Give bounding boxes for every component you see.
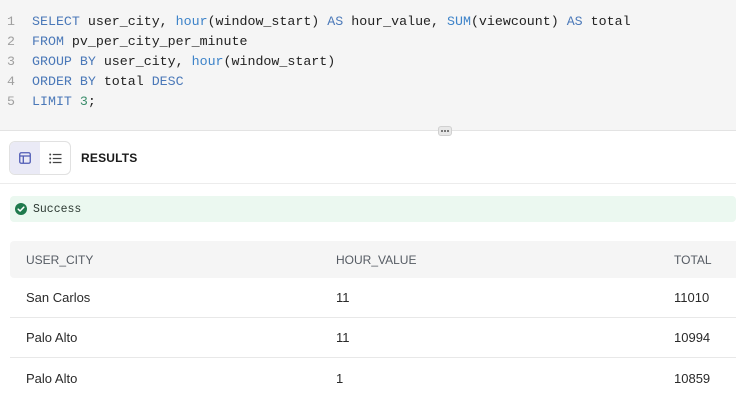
cell-user-city: Palo Alto (26, 370, 78, 386)
table-view-button[interactable] (10, 142, 40, 174)
column-header-total[interactable]: TOTAL (674, 241, 712, 278)
code-text: GROUP BY user_city, hour(window_start) (32, 54, 336, 69)
view-mode-toggle (9, 141, 71, 175)
cell-total: 10859 (674, 370, 711, 386)
line-number: 4 (7, 74, 15, 89)
cell-hour-value: 11 (336, 290, 350, 305)
list-icon (48, 153, 61, 163)
table-header: USER_CITY HOUR_VALUE TOTAL (10, 241, 736, 278)
cell-user-city: Palo Alto (26, 330, 78, 345)
code-text: SELECT user_city, hour(window_start) AS … (32, 14, 631, 29)
code-text: FROM pv_per_city_per_minute (32, 34, 248, 49)
results-table: USER_CITY HOUR_VALUE TOTAL San Carlos 11… (10, 241, 736, 398)
cell-user-city: San Carlos (26, 290, 91, 305)
line-number: 5 (7, 94, 15, 109)
table-icon (19, 152, 31, 164)
line-number: 2 (7, 34, 15, 49)
table-row: Palo Alto 11 10994 (10, 318, 736, 358)
status-banner: Success (10, 196, 736, 222)
check-circle-icon (15, 203, 27, 215)
list-view-button[interactable] (40, 142, 70, 174)
cell-hour-value: 1 (336, 370, 344, 386)
table-row: Palo Alto 1 10859 (10, 358, 736, 398)
code-text: LIMIT 3; (32, 94, 96, 109)
resize-handle[interactable] (438, 126, 452, 136)
results-title: RESULTS (81, 151, 138, 165)
cell-total: 11010 (674, 290, 710, 305)
table-row: San Carlos 11 11010 (10, 278, 736, 318)
editor-divider (0, 130, 736, 131)
status-text: Success (33, 202, 82, 216)
results-divider (0, 183, 736, 184)
column-header-user-city[interactable]: USER_CITY (26, 241, 93, 278)
cell-hour-value: 11 (336, 330, 350, 345)
code-text: ORDER BY total DESC (32, 74, 184, 89)
cell-total: 10994 (674, 330, 711, 345)
line-number: 1 (7, 14, 15, 29)
sql-editor[interactable]: 1 SELECT user_city, hour(window_start) AS… (0, 0, 736, 130)
column-header-hour-value[interactable]: HOUR_VALUE (336, 241, 416, 278)
line-number: 3 (7, 54, 15, 69)
